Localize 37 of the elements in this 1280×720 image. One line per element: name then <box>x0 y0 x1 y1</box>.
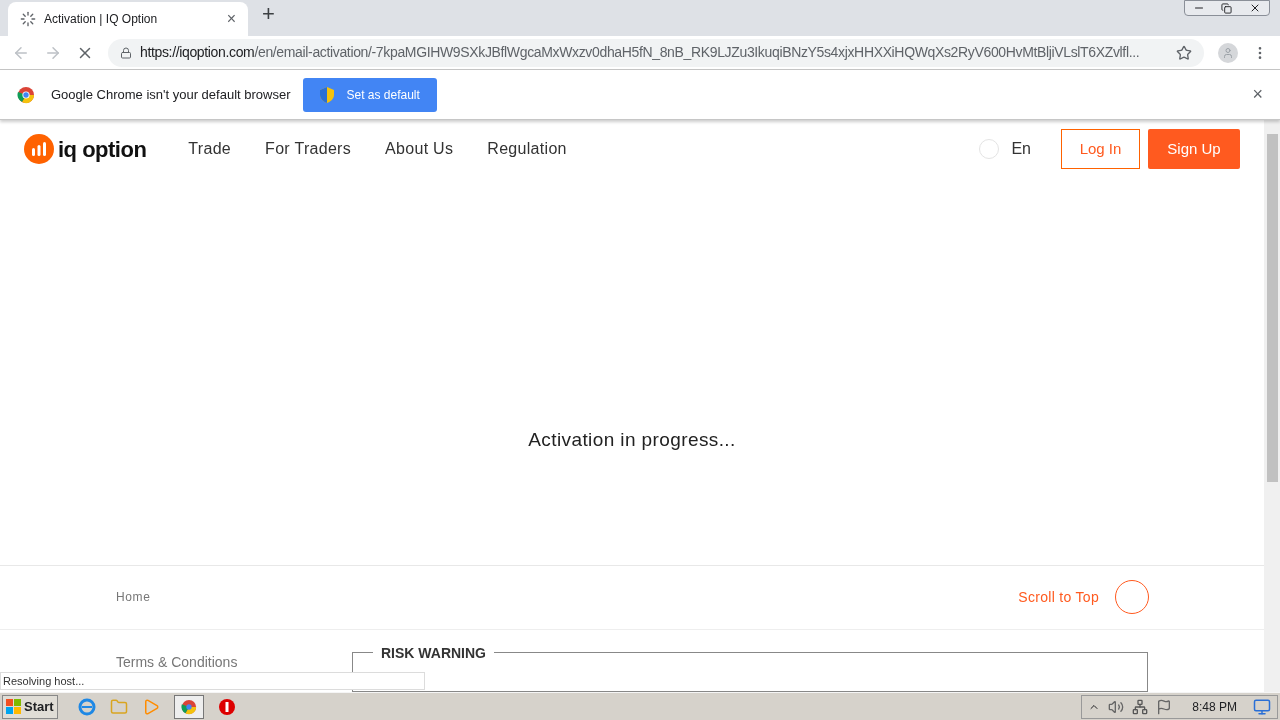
browser-tab[interactable]: Activation | IQ Option × <box>8 2 248 36</box>
lock-icon <box>120 46 132 59</box>
scrollbar[interactable] <box>1264 120 1280 692</box>
profile-avatar[interactable] <box>1218 42 1238 63</box>
nav-link[interactable]: Regulation <box>487 137 567 162</box>
chrome-logo-icon <box>180 698 197 715</box>
chrome-logo-icon <box>17 85 35 104</box>
windows-logo-icon <box>6 698 22 715</box>
status-bubble: Resolving host... <box>0 672 425 690</box>
volume-icon[interactable] <box>1108 698 1125 715</box>
nav-link[interactable]: For Traders <box>265 137 352 162</box>
infobar-close-button[interactable]: × <box>1252 81 1263 108</box>
show-desktop-icon[interactable] <box>1253 697 1271 716</box>
flag-icon[interactable] <box>1156 698 1173 715</box>
logo-icon <box>24 134 54 165</box>
address-bar[interactable]: https://iqoption.com/en/email-activation/-7kpaMGIHW9SXkJBflWgcaMxWxzv0dhaH5fN_8nB_RK9LJZu3IkuqiBNzY5s4xjxHHXXiHQWqXs2RyV600HvMtBljiVLslT6XZvlfl... <box>108 38 1204 67</box>
shield-icon <box>320 86 335 103</box>
app-circle-icon[interactable] <box>217 697 236 716</box>
url-text: https://iqoption.com/en/email-activation/-7kpaMGIHW9SXkJBflWgcaMxWxzv0dhaH5fN_8nB_RK9LJZu3IkuqiBNzY5s4xjxHHXXiHQWqXs2RyV600HvMtBljiVLslT6XZvlfl... <box>140 43 1140 62</box>
logo-text: iq option <box>58 135 147 164</box>
clock-time: 8:48 PM <box>1192 698 1237 716</box>
loading-icon <box>20 11 36 27</box>
set-default-button[interactable]: Set as default <box>303 77 437 112</box>
tab-close-button[interactable]: × <box>226 7 236 31</box>
tab-title: Activation | IQ Option <box>44 11 159 28</box>
language-selector[interactable]: En <box>979 137 1031 162</box>
home-link[interactable]: Home <box>116 588 151 607</box>
activation-message: Activation in progress... <box>528 428 736 453</box>
taskbar-chrome-button[interactable] <box>173 694 204 719</box>
new-tab-button[interactable]: + <box>262 0 275 30</box>
start-button[interactable]: Start <box>2 694 58 719</box>
nav-link[interactable]: Trade <box>188 137 232 162</box>
infobar-message: Google Chrome isn't your default browser <box>51 85 291 104</box>
bookmark-star-icon[interactable] <box>1176 44 1192 61</box>
nav-link[interactable]: About Us <box>385 137 454 162</box>
restore-icon[interactable] <box>1221 2 1233 14</box>
network-icon[interactable] <box>1132 698 1149 715</box>
